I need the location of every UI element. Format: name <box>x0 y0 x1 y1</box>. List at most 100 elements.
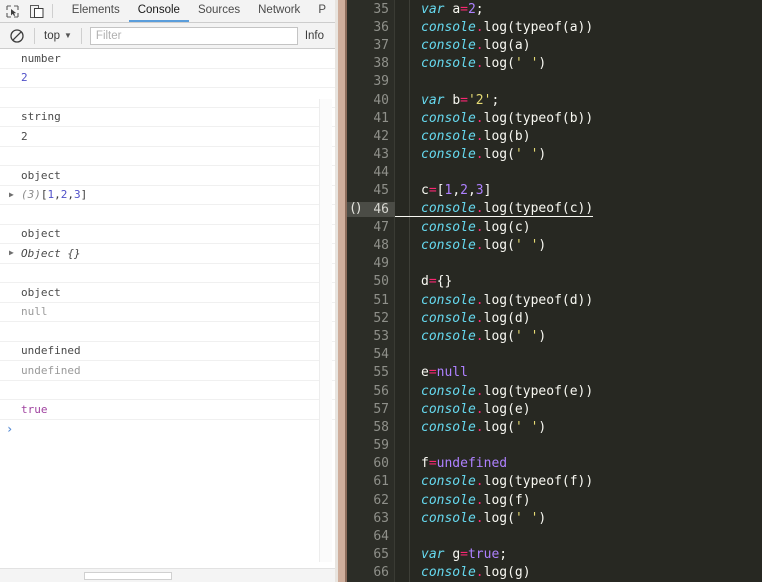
filterbar-divider-2 <box>80 27 82 44</box>
code-token: console <box>421 492 476 508</box>
editor-line[interactable]: 61 console.log(typeof(f)) <box>347 473 762 491</box>
editor-line[interactable]: 48 console.log(' ') <box>347 236 762 254</box>
device-toolbar-icon[interactable] <box>25 0 50 22</box>
editor-line-number: 42 <box>373 128 389 144</box>
editor-line-number: 44 <box>373 165 389 181</box>
tab-console-label: Console <box>137 4 180 16</box>
tab-console[interactable]: Console <box>128 0 189 22</box>
code-token: , <box>452 183 461 199</box>
editor-line[interactable]: 65 var g=true; <box>347 546 762 564</box>
editor-line[interactable]: 38 console.log(' ') <box>347 55 762 73</box>
console-filter-input[interactable]: Filter <box>89 26 298 45</box>
editor-line[interactable]: 56 console.log(typeof(e)) <box>347 382 762 400</box>
console-output[interactable]: number 2 string 2 object ▶ (3) [1, 2, 3] object… <box>0 49 335 582</box>
tab-performance[interactable]: P <box>309 0 335 22</box>
editor-line[interactable]: 43 console.log(' ') <box>347 146 762 164</box>
editor-line[interactable]: 66 console.log(g) <box>347 564 762 582</box>
editor-line[interactable]: 62 console.log(f) <box>347 491 762 509</box>
editor-line[interactable]: 60 f=undefined <box>347 455 762 473</box>
console-spacer-row <box>0 205 335 225</box>
editor-line-code: var g=true; <box>395 547 507 562</box>
console-log-row: object <box>0 283 335 303</box>
editor-line[interactable]: 40 var b='2'; <box>347 91 762 109</box>
console-log-row: 2 <box>0 127 335 147</box>
editor-line[interactable]: 63 console.log(' ') <box>347 509 762 527</box>
code-token: e <box>421 365 429 381</box>
console-horizontal-scrollbar[interactable] <box>0 568 335 582</box>
expand-triangle-icon[interactable]: ▶ <box>9 249 14 257</box>
editor-line[interactable]: 51 console.log(typeof(d)) <box>347 291 762 309</box>
editor-line[interactable]: 37 console.log(a) <box>347 36 762 54</box>
editor-line[interactable]: 45 c=[1,2,3] <box>347 182 762 200</box>
editor-line[interactable]: () 46 console.log(typeof(c)) <box>347 200 762 218</box>
code-token: ) <box>538 56 547 72</box>
editor-line[interactable]: 35 var a=2; <box>347 0 762 18</box>
editor-line[interactable]: 53 console.log(' ') <box>347 327 762 345</box>
code-token: . <box>475 383 484 399</box>
editor-line-number: 55 <box>373 365 389 381</box>
code-token: console <box>421 401 476 417</box>
array-item-value: 1 <box>47 188 55 202</box>
code-token: ] <box>483 183 492 199</box>
array-separator: , <box>67 188 74 202</box>
tab-sources[interactable]: Sources <box>189 0 249 22</box>
console-log-row[interactable]: ▶ Object {} <box>0 244 335 264</box>
console-filter-placeholder: Filter <box>95 29 122 42</box>
editor-line-number: 40 <box>373 92 389 108</box>
editor-line-code: f=undefined <box>395 456 507 471</box>
code-token: ; <box>475 1 484 17</box>
chevron-down-icon: ▼ <box>64 30 72 40</box>
editor-line[interactable]: 50 d={} <box>347 273 762 291</box>
console-hscroll-thumb[interactable] <box>84 572 172 580</box>
console-spacer-row <box>0 147 335 166</box>
editor-line[interactable]: 36 console.log(typeof(a)) <box>347 18 762 36</box>
console-prompt[interactable]: › <box>0 420 335 440</box>
editor-line-number: 63 <box>373 510 389 526</box>
code-token: log(f) <box>483 492 531 508</box>
editor-line[interactable]: 41 console.log(typeof(b)) <box>347 109 762 127</box>
code-token: true <box>467 547 500 563</box>
editor-line[interactable]: 42 console.log(b) <box>347 127 762 145</box>
console-level-selector[interactable]: Info <box>298 30 331 42</box>
code-token: 2 <box>460 183 468 199</box>
editor-line-number: 49 <box>373 256 389 272</box>
code-token: ' ' <box>514 56 539 72</box>
editor-line-number: 52 <box>373 310 389 326</box>
devtools-tab-list: Elements Console Sources Network P <box>63 0 335 22</box>
devtools-tabbar: Elements Console Sources Network P <box>0 0 335 23</box>
editor-line-number: 39 <box>373 74 389 90</box>
code-token: = <box>428 365 437 381</box>
editor-line[interactable]: 52 console.log(d) <box>347 309 762 327</box>
console-log-value: Object {} <box>21 246 81 260</box>
console-spacer-row <box>0 264 335 283</box>
tab-network[interactable]: Network <box>249 0 309 22</box>
code-token: = <box>460 1 468 17</box>
editor-line[interactable]: 57 console.log(e) <box>347 400 762 418</box>
console-spacer-row <box>0 322 335 342</box>
console-context-selector[interactable]: top ▼ <box>39 30 77 42</box>
inspect-element-icon[interactable] <box>0 0 25 22</box>
editor-line[interactable]: 55 e=null <box>347 364 762 382</box>
editor-line[interactable]: 58 console.log(' ') <box>347 418 762 436</box>
code-token: log(b) <box>483 128 531 144</box>
editor-line[interactable]: 47 console.log(c) <box>347 218 762 236</box>
console-log-value: 2 <box>21 71 28 85</box>
editor-line-code: console.log(typeof(d)) <box>395 293 593 308</box>
console-vertical-scrollbar[interactable] <box>319 99 332 562</box>
code-editor[interactable]: 35 var a=2; 36 console.log(typeof(a)) 37 cons… <box>347 0 762 582</box>
code-token: log( <box>483 328 515 344</box>
editor-line-number: 45 <box>373 183 389 199</box>
console-spacer-row <box>0 381 335 400</box>
console-log-value: true <box>21 402 48 416</box>
code-token: ) <box>538 510 547 526</box>
panel-splitter[interactable] <box>335 0 347 582</box>
console-spacer-row <box>0 88 335 108</box>
code-token: console <box>421 474 476 490</box>
tab-elements[interactable]: Elements <box>63 0 129 22</box>
array-item-value: 2 <box>60 188 68 202</box>
console-log-row[interactable]: ▶ (3) [1, 2, 3] <box>0 186 335 205</box>
expand-triangle-icon[interactable]: ▶ <box>9 190 14 199</box>
clear-console-icon[interactable] <box>4 28 30 43</box>
console-log-row: object <box>0 225 335 244</box>
code-token: console <box>421 219 476 235</box>
